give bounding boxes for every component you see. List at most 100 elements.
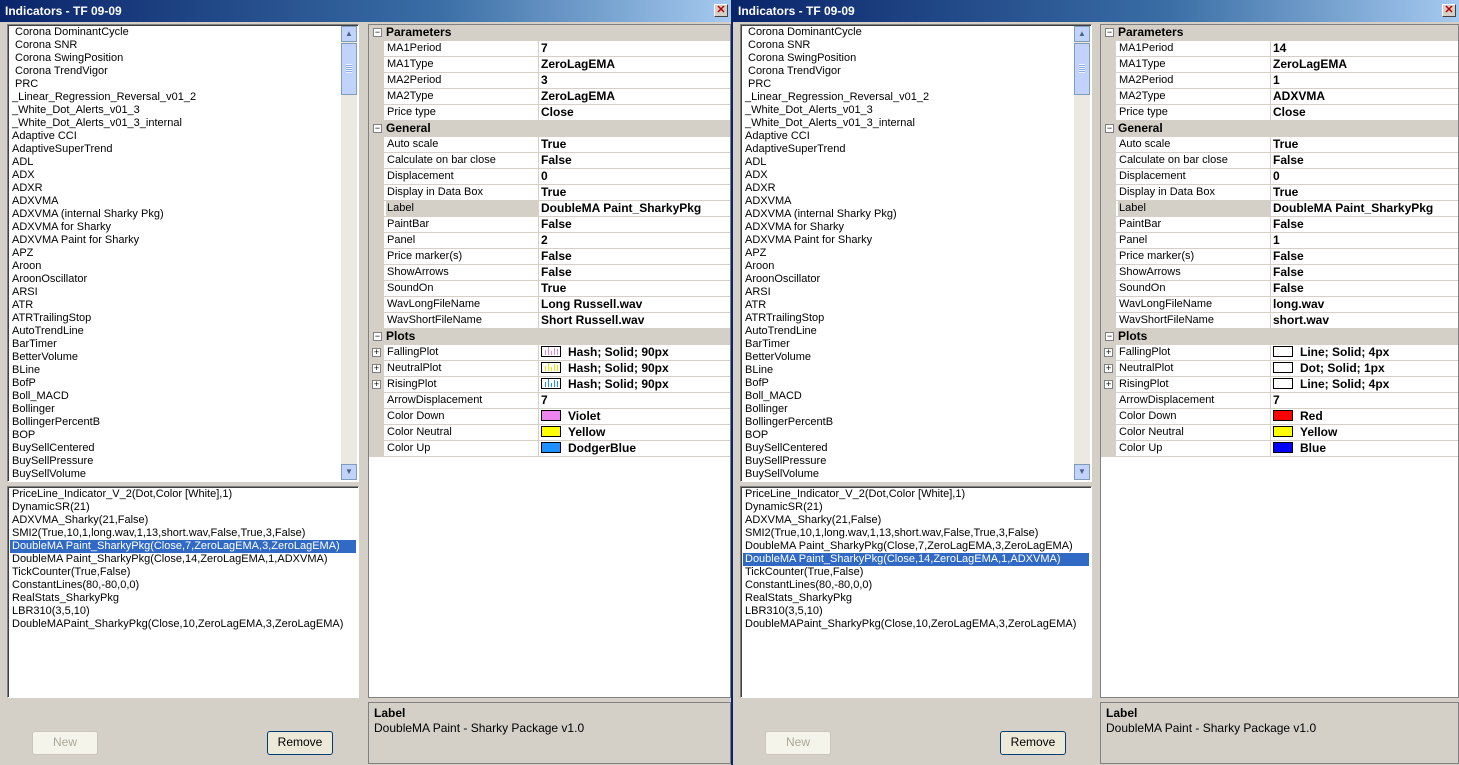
list-item[interactable]: Corona DominantCycle (743, 26, 1073, 39)
property-value[interactable]: Close (1273, 105, 1458, 120)
list-item[interactable]: BOP (10, 429, 340, 442)
property-value[interactable]: False (1273, 249, 1458, 264)
list-item[interactable]: ADL (10, 156, 340, 169)
list-item[interactable]: APZ (10, 247, 340, 260)
property-row-neutralplot[interactable]: + NeutralPlot Dot; Solid; 1px (1101, 361, 1458, 377)
property-row-wavlong[interactable]: WavLongFileName long.wav (1101, 297, 1458, 313)
property-row-showarrows[interactable]: ShowArrows False (1101, 265, 1458, 281)
list-item[interactable]: Bollinger (10, 403, 340, 416)
list-item[interactable]: DynamicSR(21) (743, 501, 1089, 514)
new-button[interactable]: New (765, 731, 831, 755)
property-row-colordown[interactable]: Color Down Violet (369, 409, 730, 425)
scroll-down-icon[interactable]: ▼ (341, 464, 357, 480)
list-item[interactable]: AroonOscillator (743, 273, 1073, 286)
list-item[interactable]: ADXVMA (10, 195, 340, 208)
property-row-autoscale[interactable]: Auto scale True (1101, 137, 1458, 153)
property-value[interactable]: Close (541, 105, 730, 120)
list-item[interactable]: ADXVMA_Sharky(21,False) (10, 514, 356, 527)
list-item[interactable]: ADXVMA_Sharky(21,False) (743, 514, 1089, 527)
property-value[interactable]: 1 (1273, 233, 1458, 248)
list-item[interactable]: ADXVMA Paint for Sharky (10, 234, 340, 247)
list-item[interactable]: BuySellCentered (10, 442, 340, 455)
list-item[interactable]: ADXVMA (internal Sharky Pkg) (743, 208, 1073, 221)
list-item[interactable]: Corona SwingPosition (743, 52, 1073, 65)
property-value[interactable]: True (541, 281, 730, 296)
list-item[interactable]: Aroon (743, 260, 1073, 273)
property-value[interactable]: 3 (541, 73, 730, 88)
list-item[interactable]: Adaptive CCI (10, 130, 340, 143)
property-row-ma2period[interactable]: MA2Period 1 (1101, 73, 1458, 89)
list-item[interactable]: Bollinger (743, 403, 1073, 416)
expand-icon[interactable]: + (372, 364, 381, 373)
property-value[interactable]: Red (1273, 409, 1458, 424)
list-item[interactable]: BuySellCentered (743, 442, 1073, 455)
property-row-soundon[interactable]: SoundOn False (1101, 281, 1458, 297)
list-item[interactable]: Corona TrendVigor (10, 65, 340, 78)
available-indicators-list[interactable]: Corona DominantCycle Corona SNR Corona Swi… (7, 24, 359, 482)
category-plots[interactable]: − Plots (369, 329, 730, 345)
list-item[interactable]: PRC (743, 78, 1073, 91)
category-parameters[interactable]: − Parameters (369, 25, 730, 41)
category-plots[interactable]: − Plots (1101, 329, 1458, 345)
scroll-up-icon[interactable]: ▲ (1074, 26, 1090, 42)
list-item[interactable]: AutoTrendLine (10, 325, 340, 338)
list-item[interactable]: AdaptiveSuperTrend (10, 143, 340, 156)
property-value[interactable]: Long Russell.wav (541, 297, 730, 312)
list-item[interactable]: ADXVMA Paint for Sharky (743, 234, 1073, 247)
property-value[interactable]: Line; Solid; 4px (1273, 345, 1458, 360)
property-row-fallingplot[interactable]: + FallingPlot Hash; Solid; 90px (369, 345, 730, 361)
list-item[interactable]: Adaptive CCI (743, 130, 1073, 143)
collapse-icon[interactable]: − (1105, 124, 1114, 133)
list-item[interactable]: ADXVMA for Sharky (10, 221, 340, 234)
property-value[interactable]: True (541, 185, 730, 200)
list-item[interactable]: AroonOscillator (10, 273, 340, 286)
list-item[interactable]: BofP (743, 377, 1073, 390)
property-value[interactable]: Hash; Solid; 90px (541, 361, 730, 376)
property-value[interactable]: True (541, 137, 730, 152)
property-row-paintbar[interactable]: PaintBar False (1101, 217, 1458, 233)
property-row-panel[interactable]: Panel 2 (369, 233, 730, 249)
list-item[interactable]: BuySellPressure (10, 455, 340, 468)
property-row-fallingplot[interactable]: + FallingPlot Line; Solid; 4px (1101, 345, 1458, 361)
property-row-ma1period[interactable]: MA1Period 14 (1101, 41, 1458, 57)
property-value[interactable]: Short Russell.wav (541, 313, 730, 328)
list-item[interactable]: BuySellPressure (743, 455, 1073, 468)
list-item[interactable]: TickCounter(True,False) (743, 566, 1089, 579)
expand-icon[interactable]: + (1104, 364, 1113, 373)
list-item[interactable]: LBR310(3,5,10) (10, 605, 356, 618)
property-value[interactable]: DodgerBlue (541, 441, 730, 456)
property-row-arrowdisp[interactable]: ArrowDisplacement 7 (369, 393, 730, 409)
collapse-icon[interactable]: − (373, 332, 382, 341)
list-item[interactable]: DoubleMAPaint_SharkyPkg(Close,10,ZeroLag… (743, 618, 1089, 631)
category-general[interactable]: − General (369, 121, 730, 137)
list-item[interactable]: ADXVMA for Sharky (743, 221, 1073, 234)
property-value[interactable]: False (1273, 281, 1458, 296)
property-value[interactable]: Dot; Solid; 1px (1273, 361, 1458, 376)
property-value[interactable]: Hash; Solid; 90px (541, 345, 730, 360)
collapse-icon[interactable]: − (373, 124, 382, 133)
property-row-arrowdisp[interactable]: ArrowDisplacement 7 (1101, 393, 1458, 409)
list-scrollbar[interactable]: ▲ ▼ (341, 26, 357, 480)
list-scrollbar[interactable]: ▲ ▼ (1074, 26, 1090, 480)
available-indicators-list[interactable]: Corona DominantCycle Corona SNR Corona Swi… (740, 24, 1092, 482)
list-item[interactable]: ATRTrailingStop (10, 312, 340, 325)
list-item[interactable]: ATR (743, 299, 1073, 312)
property-value[interactable]: Violet (541, 409, 730, 424)
property-grid[interactable]: − Parameters MA1Period 7 MA1Type ZeroLagEMA MA… (368, 24, 731, 698)
list-item[interactable]: ADXR (743, 182, 1073, 195)
property-row-ma2type[interactable]: MA2Type ADXVMA (1101, 89, 1458, 105)
expand-icon[interactable]: + (372, 380, 381, 389)
property-value[interactable]: ZeroLagEMA (541, 57, 730, 72)
close-button[interactable]: ✕ (714, 4, 728, 17)
property-value[interactable]: short.wav (1273, 313, 1458, 328)
property-row-ma2type[interactable]: MA2Type ZeroLagEMA (369, 89, 730, 105)
property-row-wavshort[interactable]: WavShortFileName Short Russell.wav (369, 313, 730, 329)
list-item[interactable]: BollingerPercentB (743, 416, 1073, 429)
property-row-pricemarker[interactable]: Price marker(s) False (369, 249, 730, 265)
property-row-risingplot[interactable]: + RisingPlot Line; Solid; 4px (1101, 377, 1458, 393)
list-item[interactable]: BarTimer (10, 338, 340, 351)
property-row-ma1type[interactable]: MA1Type ZeroLagEMA (1101, 57, 1458, 73)
property-value[interactable]: long.wav (1273, 297, 1458, 312)
scrollbar-thumb[interactable] (341, 43, 357, 95)
property-value[interactable]: False (541, 249, 730, 264)
